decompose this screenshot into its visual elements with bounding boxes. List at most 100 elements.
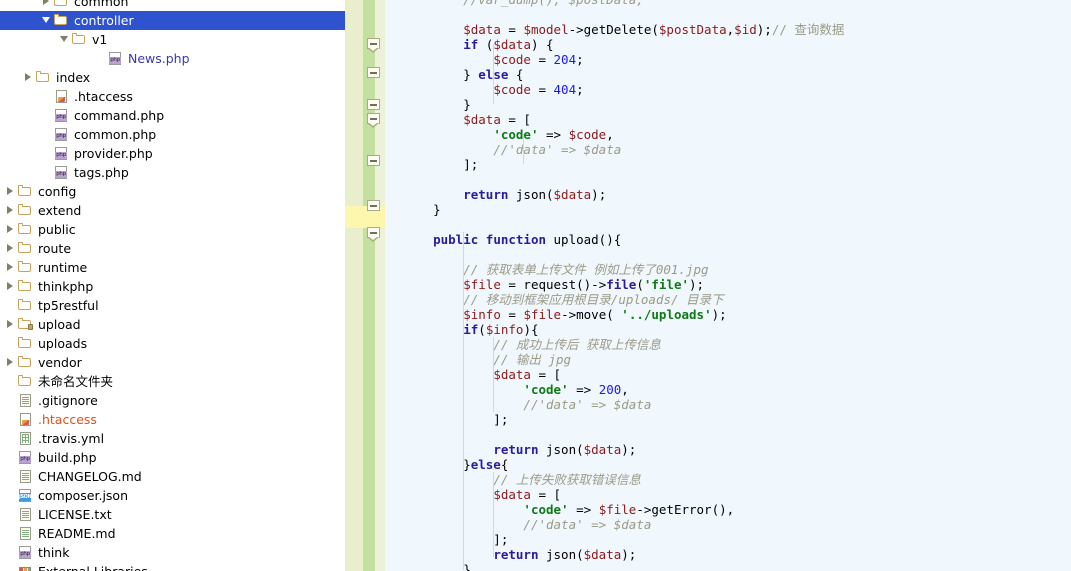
chevron-right-icon[interactable] <box>6 206 15 215</box>
code-line[interactable]: ]; <box>403 157 1071 172</box>
code-line[interactable]: // 移动到框架应用根目录/uploads/ 目录下 <box>403 292 1071 307</box>
code-line[interactable]: //'data' => $data <box>403 142 1071 157</box>
tree-item-tags-php[interactable]: tags.php <box>0 163 345 182</box>
code-line[interactable]: ]; <box>403 532 1071 547</box>
editor-gutter[interactable] <box>345 0 403 571</box>
tree-item-news-php[interactable]: News.php <box>0 49 345 68</box>
code-token-cmt: // 上传失败获取错误信息 <box>493 472 641 487</box>
tree-item-upload[interactable]: upload <box>0 315 345 334</box>
chevron-down-icon[interactable] <box>42 16 51 25</box>
vcs-change-marker[interactable] <box>363 228 375 571</box>
tree-item-htaccess[interactable]: .htaccess <box>0 87 345 106</box>
code-line[interactable]: //'data' => $data <box>403 397 1071 412</box>
tree-item-command-php[interactable]: command.php <box>0 106 345 125</box>
code-line[interactable]: $data = [ <box>403 112 1071 127</box>
code-fold-handle[interactable] <box>367 155 380 166</box>
code-line[interactable]: }else{ <box>403 457 1071 472</box>
code-fold-handle[interactable] <box>367 227 380 242</box>
code-line[interactable]: // 成功上传后 获取上传信息 <box>403 337 1071 352</box>
code-line[interactable]: return json($data); <box>403 187 1071 202</box>
chevron-right-icon[interactable] <box>42 0 51 6</box>
tree-item-travis-yml[interactable]: .travis.yml <box>0 429 345 448</box>
chevron-right-icon[interactable] <box>6 225 15 234</box>
code-line[interactable]: //var_dump(); $postData; <box>403 0 1071 7</box>
code-line[interactable]: } else { <box>403 67 1071 82</box>
chevron-right-icon[interactable] <box>6 244 15 253</box>
code-line[interactable]: public function upload(){ <box>403 232 1071 247</box>
code-token-cmt: // 获取表单上传文件 例如上传了001.jpg <box>463 262 709 277</box>
code-content[interactable]: //var_dump(); $postData; $data = $model-… <box>403 0 1071 571</box>
tree-item-provider-php[interactable]: provider.php <box>0 144 345 163</box>
chevron-down-icon[interactable] <box>60 35 69 44</box>
tree-item-htaccess[interactable]: .htaccess <box>0 410 345 429</box>
text-file-icon <box>18 508 33 521</box>
tree-item-v1[interactable]: v1 <box>0 30 345 49</box>
code-line[interactable]: // 输出 jpg <box>403 352 1071 367</box>
code-line[interactable]: $data = $model->getDelete($postData,$id)… <box>403 22 1071 37</box>
code-line[interactable] <box>403 247 1071 262</box>
tree-item-readme-md[interactable]: README.md <box>0 524 345 543</box>
tree-item-[interactable]: 未命名文件夹 <box>0 372 345 391</box>
code-line[interactable]: } <box>403 97 1071 112</box>
tree-item-composer-json[interactable]: composer.json <box>0 486 345 505</box>
chevron-right-icon[interactable] <box>24 73 33 82</box>
code-line[interactable]: if($info){ <box>403 322 1071 337</box>
code-line[interactable] <box>403 217 1071 232</box>
tree-item-controller[interactable]: controller <box>0 11 345 30</box>
code-line[interactable]: 'code' => 200, <box>403 382 1071 397</box>
code-line[interactable]: return json($data); <box>403 442 1071 457</box>
tree-item-common-php[interactable]: common.php <box>0 125 345 144</box>
code-line[interactable] <box>403 7 1071 22</box>
tree-item-build-php[interactable]: build.php <box>0 448 345 467</box>
code-line[interactable]: if ($data) { <box>403 37 1071 52</box>
code-line[interactable]: // 上传失败获取错误信息 <box>403 472 1071 487</box>
tree-item-thinkphp[interactable]: thinkphp <box>0 277 345 296</box>
code-line[interactable]: // 获取表单上传文件 例如上传了001.jpg <box>403 262 1071 277</box>
code-line[interactable] <box>403 427 1071 442</box>
tree-item-license-txt[interactable]: LICENSE.txt <box>0 505 345 524</box>
code-line[interactable]: } <box>403 562 1071 571</box>
tree-item-extend[interactable]: extend <box>0 201 345 220</box>
code-fold-handle[interactable] <box>367 99 380 110</box>
tree-item-gitignore[interactable]: .gitignore <box>0 391 345 410</box>
code-line[interactable]: 'code' => $code, <box>403 127 1071 142</box>
code-line[interactable]: $code = 404; <box>403 82 1071 97</box>
chevron-right-icon[interactable] <box>6 282 15 291</box>
code-line[interactable]: } <box>403 202 1071 217</box>
code-line[interactable]: 'code' => $file->getError(), <box>403 502 1071 517</box>
tree-item-external-libraries[interactable]: External Libraries <box>0 562 345 571</box>
folder-icon <box>18 318 33 331</box>
code-line[interactable]: $file = request()->file('file'); <box>403 277 1071 292</box>
project-tool-window[interactable]: common controller v1 News.php index .htaccess… <box>0 0 345 571</box>
code-line[interactable]: $info = $file->move( '../uploads'); <box>403 307 1071 322</box>
tree-item-common[interactable]: common <box>0 0 345 11</box>
code-line[interactable]: $data = [ <box>403 367 1071 382</box>
tree-item-runtime[interactable]: runtime <box>0 258 345 277</box>
tree-item-think[interactable]: think <box>0 543 345 562</box>
tree-item-route[interactable]: route <box>0 239 345 258</box>
tree-item-vendor[interactable]: vendor <box>0 353 345 372</box>
tree-item-index[interactable]: index <box>0 68 345 87</box>
code-line[interactable]: $code = 204; <box>403 52 1071 67</box>
code-line[interactable] <box>403 172 1071 187</box>
code-line[interactable]: //'data' => $data <box>403 517 1071 532</box>
chevron-right-icon[interactable] <box>6 187 15 196</box>
chevron-right-icon[interactable] <box>6 358 15 367</box>
code-fold-handle[interactable] <box>367 67 380 78</box>
code-fold-handle[interactable] <box>367 113 380 128</box>
code-line[interactable]: $data = [ <box>403 487 1071 502</box>
tree-item-changelog-md[interactable]: CHANGELOG.md <box>0 467 345 486</box>
tree-item-public[interactable]: public <box>0 220 345 239</box>
tree-item-uploads[interactable]: uploads <box>0 334 345 353</box>
code-fold-handle[interactable] <box>367 38 380 53</box>
tree-item-config[interactable]: config <box>0 182 345 201</box>
chevron-right-icon[interactable] <box>6 320 15 329</box>
code-editor[interactable]: //var_dump(); $postData; $data = $model-… <box>403 0 1071 571</box>
project-tree[interactable]: common controller v1 News.php index .htaccess… <box>0 0 345 571</box>
chevron-right-icon[interactable] <box>6 263 15 272</box>
code-line[interactable]: return json($data); <box>403 547 1071 562</box>
code-line[interactable]: ]; <box>403 412 1071 427</box>
code-fold-handle[interactable] <box>367 200 380 211</box>
code-token-plain: = <box>500 307 524 322</box>
tree-item-tp5restful[interactable]: tp5restful <box>0 296 345 315</box>
